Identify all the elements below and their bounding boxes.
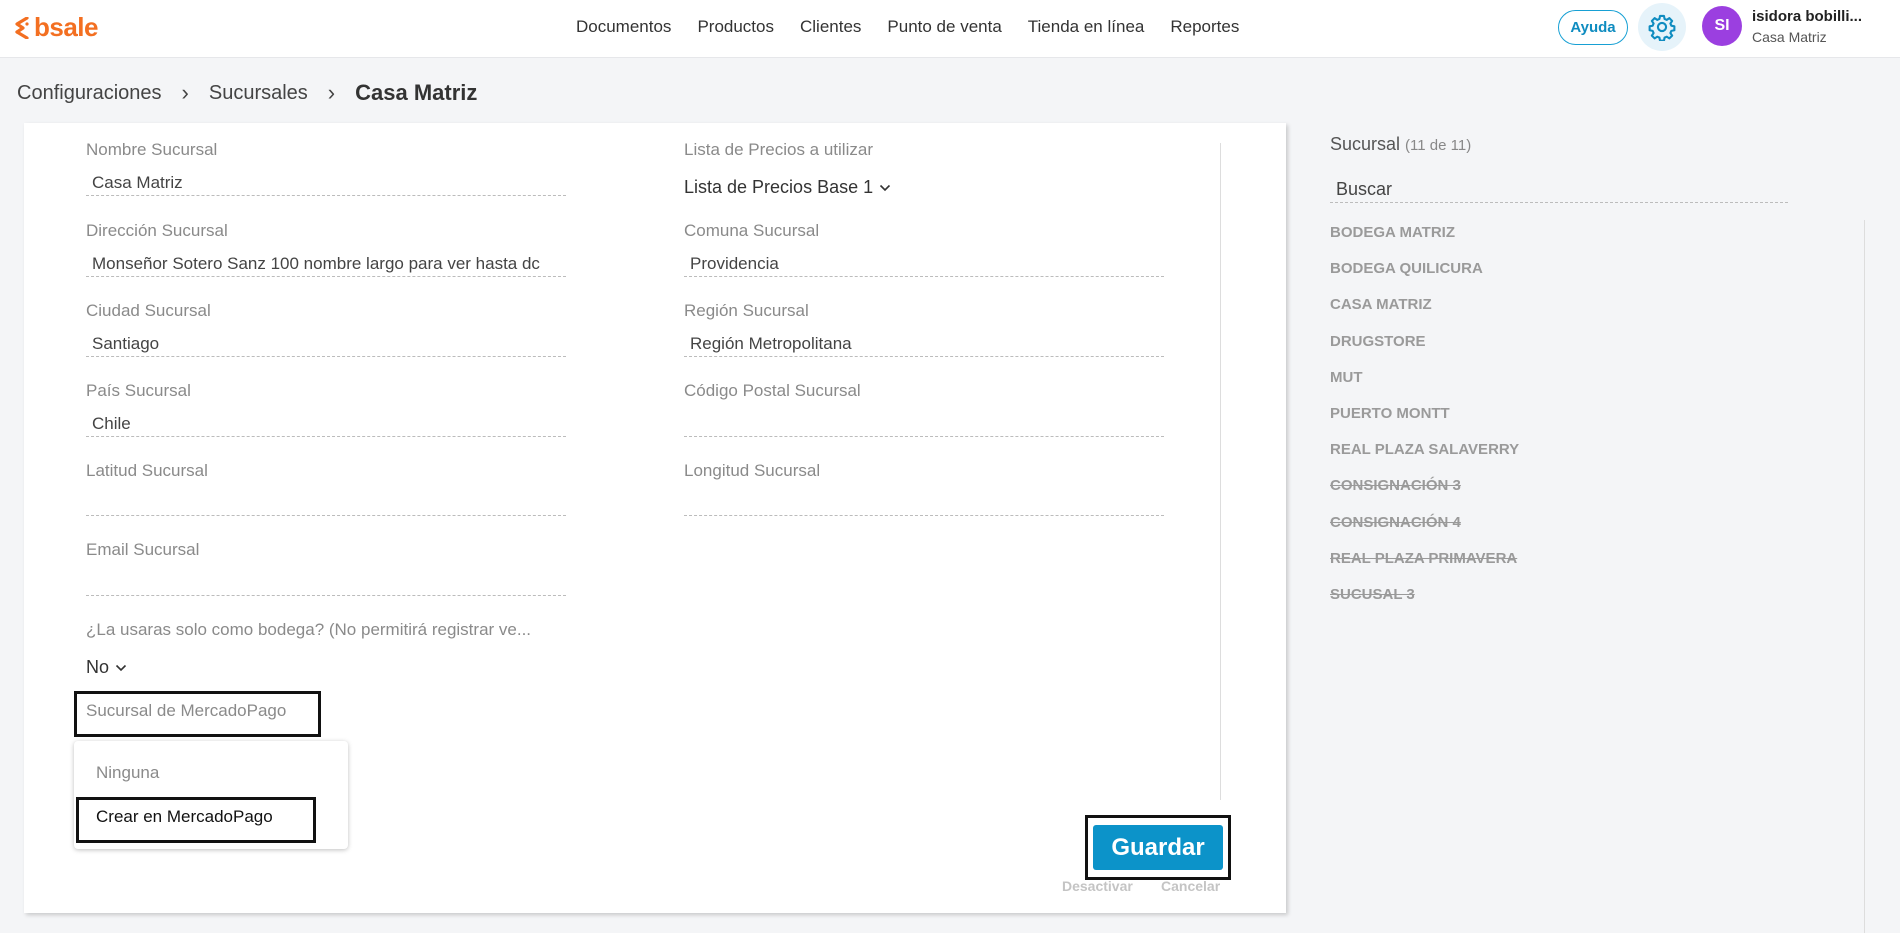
longitud-input[interactable] xyxy=(684,490,1164,516)
direccion-label: Dirección Sucursal xyxy=(86,221,228,240)
ciudad-input[interactable]: Santiago xyxy=(86,331,566,357)
save-button[interactable]: Guardar xyxy=(1093,825,1223,870)
branch-search-input[interactable] xyxy=(1330,176,1788,203)
breadcrumb: Configuraciones › Sucursales › Casa Matr… xyxy=(17,80,477,106)
bodega-select[interactable]: No xyxy=(86,657,127,678)
page-title: Casa Matriz xyxy=(355,80,478,105)
branch-list-item[interactable]: MUT xyxy=(1330,367,1519,403)
bsale-logo[interactable]: bsale xyxy=(14,12,99,43)
highlight-crear-mercadopago xyxy=(76,797,316,843)
lista-precios-value: Lista de Precios Base 1 xyxy=(684,177,874,197)
branch-list-item[interactable]: DRUGSTORE xyxy=(1330,331,1519,367)
branch-list-item[interactable]: CONSIGNACIÓN 4 xyxy=(1330,512,1519,548)
cancel-link[interactable]: Cancelar xyxy=(1161,878,1220,894)
chevron-right-icon: › xyxy=(327,80,336,105)
email-input[interactable] xyxy=(86,570,566,596)
nav-productos[interactable]: Productos xyxy=(697,17,774,37)
lista-precios-label: Lista de Precios a utilizar xyxy=(684,140,873,159)
chevron-right-icon: › xyxy=(181,80,189,105)
form-divider xyxy=(1220,143,1221,800)
direccion-input[interactable]: Monseñor Sotero Sanz 100 nombre largo pa… xyxy=(86,251,566,277)
chevron-down-icon xyxy=(880,184,891,191)
help-button[interactable]: Ayuda xyxy=(1558,10,1628,45)
branches-panel-scrollbar[interactable] xyxy=(1864,220,1865,933)
longitud-label: Longitud Sucursal xyxy=(684,461,821,480)
user-name[interactable]: isidora bobilli... xyxy=(1752,8,1862,25)
latitud-input[interactable] xyxy=(86,490,566,516)
nav-documentos[interactable]: Documentos xyxy=(576,17,671,37)
region-input[interactable]: Región Metropolitana xyxy=(684,331,1164,357)
branch-list-item[interactable]: PUERTO MONTT xyxy=(1330,403,1519,439)
branches-count: (11 de 11) xyxy=(1405,137,1472,154)
user-branch: Casa Matriz xyxy=(1752,29,1827,45)
branch-list-item[interactable]: BODEGA MATRIZ xyxy=(1330,222,1519,258)
breadcrumb-sucursales[interactable]: Sucursales xyxy=(209,82,308,105)
bodega-label: ¿La usaras solo como bodega? (No permiti… xyxy=(86,620,532,639)
lista-precios-select[interactable]: Lista de Precios Base 1 xyxy=(684,177,891,198)
email-label: Email Sucursal xyxy=(86,540,200,559)
branch-list-item[interactable]: REAL PLAZA SALAVERRY xyxy=(1330,439,1519,475)
user-avatar[interactable]: SI xyxy=(1702,6,1742,46)
bodega-value: No xyxy=(86,657,110,677)
branches-panel-title: Sucursal (11 de 11) xyxy=(1330,134,1471,155)
nombre-label: Nombre Sucursal xyxy=(86,140,218,159)
bsale-logo-icon xyxy=(15,16,29,39)
nav-clientes[interactable]: Clientes xyxy=(800,17,861,37)
top-navbar: bsale Documentos Productos Clientes Punt… xyxy=(0,0,1900,58)
branch-list-item[interactable]: CONSIGNACIÓN 3 xyxy=(1330,475,1519,511)
comuna-label: Comuna Sucursal xyxy=(684,221,820,240)
codigo-postal-input[interactable] xyxy=(684,411,1164,437)
settings-button[interactable] xyxy=(1638,3,1686,51)
nav-punto-de-venta[interactable]: Punto de venta xyxy=(887,17,1001,37)
nav-reportes[interactable]: Reportes xyxy=(1170,17,1239,37)
branch-list-item[interactable]: SUCUSAL 3 xyxy=(1330,584,1519,620)
deactivate-link[interactable]: Desactivar xyxy=(1062,878,1133,894)
nav-tienda-en-linea[interactable]: Tienda en línea xyxy=(1028,17,1145,37)
region-label: Región Sucursal xyxy=(684,301,809,320)
mercadopago-label: Sucursal de MercadoPago xyxy=(86,701,287,720)
codigo-postal-label: Código Postal Sucursal xyxy=(684,381,861,400)
branch-list-item[interactable]: REAL PLAZA PRIMAVERA xyxy=(1330,548,1519,584)
branch-list: BODEGA MATRIZ BODEGA QUILICURA CASA MATRIZ… xyxy=(1330,222,1519,620)
chevron-down-icon xyxy=(115,664,127,671)
mercadopago-option-ninguna[interactable]: Ninguna xyxy=(96,763,159,783)
comuna-input[interactable]: Providencia xyxy=(684,251,1164,277)
latitud-label: Latitud Sucursal xyxy=(86,461,208,480)
logo-text: bsale xyxy=(34,12,99,42)
pais-input[interactable]: Chile xyxy=(86,411,566,437)
branches-title-text: Sucursal xyxy=(1330,134,1401,154)
ciudad-label: Ciudad Sucursal xyxy=(86,301,211,320)
branch-list-item[interactable]: CASA MATRIZ xyxy=(1330,294,1519,330)
nombre-input[interactable]: Casa Matriz xyxy=(86,170,566,196)
main-nav: Documentos Productos Clientes Punto de v… xyxy=(576,17,1239,37)
gear-icon xyxy=(1648,14,1676,41)
pais-label: País Sucursal xyxy=(86,381,191,400)
branch-list-item[interactable]: BODEGA QUILICURA xyxy=(1330,258,1519,294)
breadcrumb-configuraciones[interactable]: Configuraciones xyxy=(17,82,162,105)
